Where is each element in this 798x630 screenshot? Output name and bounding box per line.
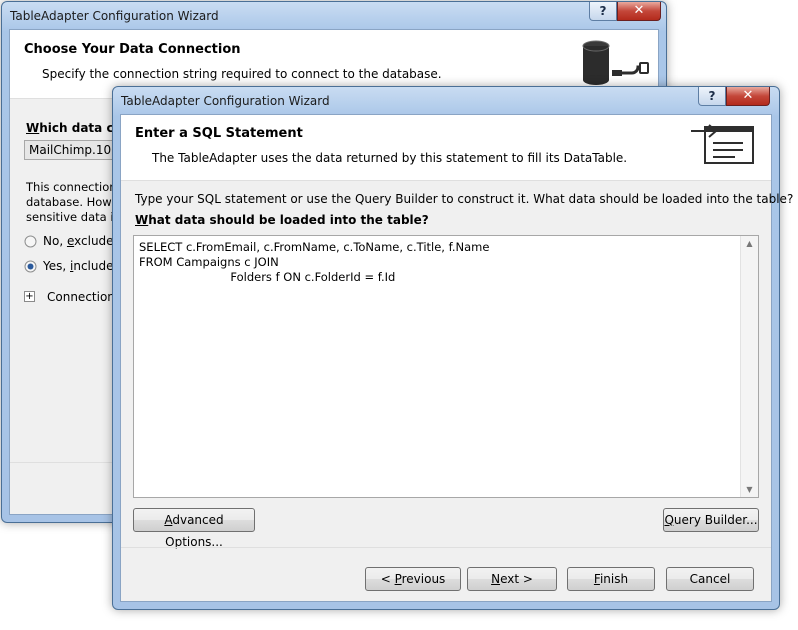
back-page-subtitle: Specify the connection string required t…	[42, 67, 442, 81]
close-icon: ✕	[742, 88, 754, 103]
query-label: What data should be loaded into the tabl…	[135, 213, 429, 227]
scroll-down-arrow-icon[interactable]: ▼	[741, 485, 758, 494]
help-icon: ?	[599, 4, 607, 18]
database-connection-icon	[582, 40, 649, 85]
back-page-title: Choose Your Data Connection	[24, 42, 241, 57]
front-window-title: TableAdapter Configuration Wizard	[121, 94, 330, 108]
front-title-bar[interactable]: TableAdapter Configuration Wizard ? ✕	[113, 87, 779, 114]
back-window-title: TableAdapter Configuration Wizard	[10, 9, 219, 23]
back-info-text: This connection database. Howev sensitiv…	[26, 180, 126, 224]
sql-vertical-scrollbar[interactable]: ▲ ▼	[740, 236, 758, 497]
front-page-title: Enter a SQL Statement	[135, 126, 303, 141]
help-icon: ?	[708, 89, 716, 103]
radio-include-sensitive[interactable]: Yes, include s	[24, 259, 124, 275]
next-button[interactable]: Next >	[467, 567, 557, 591]
front-header-panel: Enter a SQL Statement The TableAdapter u…	[121, 115, 771, 181]
sql-statement-textarea[interactable]: SELECT c.FromEmail, c.FromName, c.ToName…	[133, 235, 759, 498]
radio-selected-icon	[24, 260, 37, 273]
cancel-button[interactable]: Cancel	[666, 567, 754, 591]
front-help-button[interactable]: ?	[698, 87, 726, 106]
front-wizard-window[interactable]: TableAdapter Configuration Wizard ? ✕ En…	[112, 86, 793, 610]
sql-text[interactable]: SELECT c.FromEmail, c.FromName, c.ToName…	[139, 240, 738, 285]
sql-statement-icon	[691, 124, 754, 164]
finish-button[interactable]: Finish	[567, 567, 655, 591]
sql-instructions: Type your SQL statement or use the Query…	[135, 192, 794, 206]
connection-string-expander[interactable]: + Connection s	[24, 290, 125, 306]
back-close-button[interactable]: ✕	[617, 2, 661, 21]
back-title-bar[interactable]: TableAdapter Configuration Wizard ? ✕	[2, 2, 666, 29]
radio-exclude-sensitive[interactable]: No, exclude s	[24, 234, 124, 250]
front-page-subtitle: The TableAdapter uses the data returned …	[152, 151, 628, 165]
close-icon: ✕	[633, 3, 645, 18]
expand-plus-icon: +	[24, 291, 35, 302]
query-builder-button[interactable]: Query Builder...	[663, 508, 759, 532]
previous-button[interactable]: < Previous	[365, 567, 461, 591]
front-client-area: Enter a SQL Statement The TableAdapter u…	[120, 114, 793, 602]
scroll-up-arrow-icon[interactable]: ▲	[741, 239, 758, 248]
radio-circle-icon	[24, 235, 37, 248]
front-footer-divider	[121, 547, 771, 548]
back-help-button[interactable]: ?	[589, 2, 617, 21]
back-connection-dropdown[interactable]: MailChimp.1064	[24, 140, 124, 160]
front-close-button[interactable]: ✕	[726, 87, 770, 106]
advanced-options-button[interactable]: Advanced Options...	[133, 508, 255, 549]
